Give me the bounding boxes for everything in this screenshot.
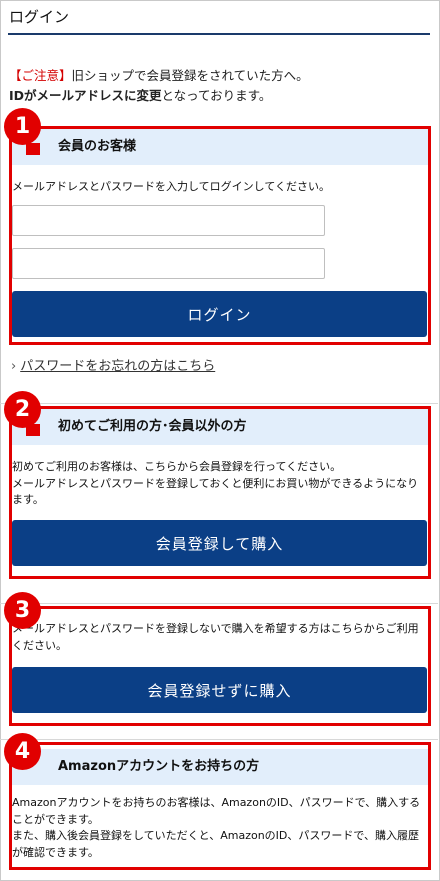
step-4-badge: 4 [4, 733, 41, 770]
notice-line-1: 【ご注意】旧ショップで会員登録をされていた方へ。 [9, 66, 429, 86]
guest-section: メールアドレスとパスワードを登録しないで購入を希望する方はこちらからご利用くださ… [9, 606, 431, 726]
amazon-text: Amazonアカウントをお持ちのお客様は、AmazonのID、パスワードで、購入… [12, 795, 422, 861]
register-and-buy-button[interactable]: 会員登録して購入 [12, 520, 427, 566]
login-instruction: メールアドレスとパスワードを入力してログインしてください。 [12, 180, 331, 193]
amazon-text-2: また、購入後会員登録をしていただくと、AmazonのID、パスワードで、購入履歴… [12, 829, 419, 859]
amazon-section: Amazonアカウントをお持ちの方 Amazonアカウントをお持ちのお客様は、A… [9, 742, 431, 870]
forgot-password-link-row[interactable]: › パスワードをお忘れの方はこちら [11, 355, 215, 374]
notice-warning: 【ご注意】 [9, 68, 72, 83]
register-text: 初めてご利用のお客様は、こちらから会員登録を行ってください。 メールアドレスとパ… [12, 459, 422, 509]
title-divider [8, 33, 430, 35]
notice-bold: IDがメールアドレスに変更 [9, 88, 162, 103]
page-title: ログイン [9, 8, 70, 26]
register-text-2: メールアドレスとパスワードを登録しておくと便利にお買い物ができるようになります。 [12, 476, 419, 507]
section-heading: 初めてご利用の方･会員以外の方 [12, 409, 428, 445]
step-1-badge: 1 [4, 108, 41, 145]
section-heading: 会員のお客様 [12, 129, 428, 165]
email-field[interactable] [12, 205, 325, 236]
notice: 【ご注意】旧ショップで会員登録をされていた方へ。 IDがメールアドレスに変更とな… [9, 66, 429, 106]
guest-text: メールアドレスとパスワードを登録しないで購入を希望する方はこちらからご利用くださ… [12, 622, 419, 652]
member-login-section: 会員のお客様 メールアドレスとパスワードを入力してログインしてください。 ログイ… [9, 126, 431, 345]
step-marker-stub [26, 143, 40, 155]
section-heading: Amazonアカウントをお持ちの方 [12, 749, 428, 785]
amazon-text-1: Amazonアカウントをお持ちのお客様は、AmazonのID、パスワードで、購入… [12, 796, 421, 826]
notice-rest: となっております。 [161, 88, 272, 103]
notice-text: 旧ショップで会員登録をされていた方へ。 [71, 68, 309, 83]
login-button[interactable]: ログイン [12, 291, 427, 337]
section-divider [0, 603, 438, 604]
forgot-password-link[interactable]: パスワードをお忘れの方はこちら [20, 359, 215, 374]
register-text-1: 初めてご利用のお客様は、こちらから会員登録を行ってください。 [12, 460, 342, 473]
register-section: 初めてご利用の方･会員以外の方 初めてご利用のお客様は、こちらから会員登録を行っ… [9, 406, 431, 579]
step-3-badge: 3 [4, 592, 41, 629]
password-field[interactable] [12, 248, 325, 279]
step-2-badge: 2 [4, 391, 41, 428]
buy-without-register-button[interactable]: 会員登録せずに購入 [12, 667, 427, 713]
section-divider [0, 403, 438, 404]
notice-line-2: IDがメールアドレスに変更となっております。 [9, 86, 429, 106]
section-divider [0, 739, 438, 740]
chevron-right-icon: › [11, 359, 17, 374]
